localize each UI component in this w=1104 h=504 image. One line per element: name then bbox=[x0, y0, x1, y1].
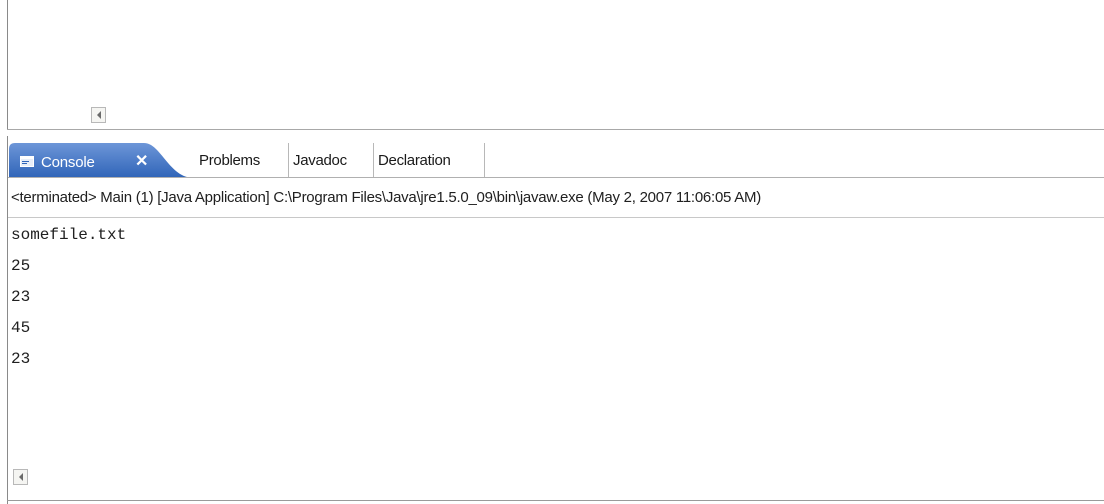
console-output-line: 45 bbox=[11, 319, 31, 337]
tab-console-label: Console bbox=[41, 154, 95, 171]
console-bottom-border bbox=[7, 500, 1104, 501]
console-output[interactable]: somefile.txt 25 23 45 23 bbox=[11, 220, 126, 375]
console-scroll-left-button[interactable] bbox=[13, 469, 28, 485]
editor-divider bbox=[7, 129, 1104, 130]
console-icon bbox=[20, 156, 34, 167]
console-output-line: 25 bbox=[11, 257, 31, 275]
tab-separator bbox=[484, 143, 485, 177]
console-output-line: somefile.txt bbox=[11, 226, 127, 244]
tab-javadoc-label: Javadoc bbox=[293, 151, 347, 169]
editor-left-border bbox=[7, 0, 8, 130]
ide-window: Console ✕ Problems Javadoc Declaration <… bbox=[0, 0, 1104, 504]
tab-javadoc[interactable]: Javadoc bbox=[293, 143, 347, 177]
tab-declaration-label: Declaration bbox=[378, 151, 451, 169]
left-arrow-icon bbox=[18, 473, 23, 481]
close-icon[interactable]: ✕ bbox=[135, 151, 148, 171]
console-output-line: 23 bbox=[11, 350, 31, 368]
tab-problems[interactable]: Problems bbox=[199, 143, 260, 177]
view-tab-bar: Console ✕ Problems Javadoc Declaration bbox=[8, 136, 1104, 178]
tab-separator bbox=[373, 143, 374, 177]
tab-declaration[interactable]: Declaration bbox=[378, 143, 451, 177]
tab-console[interactable]: Console ✕ bbox=[9, 143, 194, 178]
console-status-line: <terminated> Main (1) [Java Application]… bbox=[8, 178, 1104, 218]
console-output-line: 23 bbox=[11, 288, 31, 306]
left-arrow-icon bbox=[96, 111, 101, 119]
editor-area bbox=[0, 0, 1104, 132]
tab-problems-label: Problems bbox=[199, 151, 260, 169]
active-tab-shape bbox=[9, 143, 194, 178]
editor-scroll-left-button[interactable] bbox=[91, 107, 106, 123]
editor-horizontal-scrollbar-track[interactable] bbox=[106, 107, 1104, 123]
console-view: Console ✕ Problems Javadoc Declaration <… bbox=[7, 136, 1104, 504]
tab-separator bbox=[288, 143, 289, 177]
